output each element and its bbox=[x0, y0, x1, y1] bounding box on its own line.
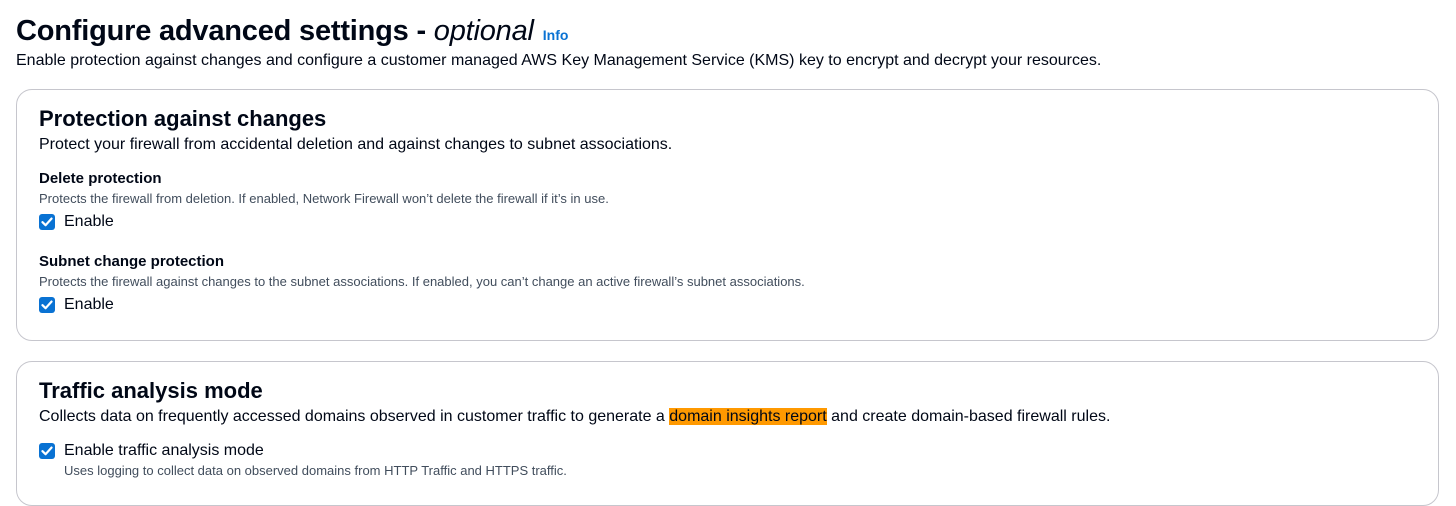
checkmark-icon[interactable] bbox=[39, 443, 55, 459]
subnet-change-protection-checkbox[interactable]: Enable bbox=[39, 294, 1416, 316]
delete-protection-checkbox-label: Enable bbox=[64, 213, 114, 230]
traffic-description-text: Collects data on frequently accessed dom… bbox=[39, 408, 670, 425]
page-header: Configure advanced settings - optional I… bbox=[16, 0, 1441, 72]
subnet-change-protection-checkbox-label: Enable bbox=[64, 296, 114, 313]
page-title-optional: optional bbox=[433, 15, 534, 47]
traffic-section-title: Traffic analysis mode bbox=[39, 378, 263, 403]
protection-section-description: Protect your firewall from accidental de… bbox=[39, 136, 673, 153]
protection-container: Protection against changes Protect your … bbox=[16, 89, 1439, 341]
subnet-change-protection-field: Subnet change protection Protects the fi… bbox=[39, 252, 1416, 316]
page-title-main: Configure advanced settings - bbox=[16, 15, 434, 47]
info-link[interactable]: Info bbox=[543, 27, 569, 43]
page-title: Configure advanced settings - optional bbox=[16, 12, 534, 50]
checkmark-icon[interactable] bbox=[39, 214, 55, 230]
delete-protection-checkbox[interactable]: Enable bbox=[39, 211, 1416, 233]
protection-section-title: Protection against changes bbox=[39, 106, 327, 131]
checkmark-icon[interactable] bbox=[39, 297, 55, 313]
delete-protection-description: Protects the firewall from deletion. If … bbox=[39, 191, 609, 206]
domain-insights-highlight: domain insights report bbox=[669, 408, 827, 425]
subnet-change-protection-label: Subnet change protection bbox=[39, 253, 225, 270]
traffic-analysis-container: Traffic analysis mode Collects data on f… bbox=[16, 361, 1439, 506]
traffic-section-description: Collects data on frequently accessed dom… bbox=[39, 406, 1416, 428]
title-row: Configure advanced settings - optional I… bbox=[16, 12, 1441, 50]
delete-protection-field: Delete protection Protects the firewall … bbox=[39, 169, 1416, 233]
page-description: Enable protection against changes and co… bbox=[16, 52, 1102, 69]
traffic-analysis-checkbox[interactable]: Enable traffic analysis mode bbox=[39, 440, 1416, 462]
page: Configure advanced settings - optional I… bbox=[16, 0, 1441, 506]
traffic-description-text-end: and create domain-based firewall rules. bbox=[826, 408, 1111, 425]
delete-protection-label: Delete protection bbox=[39, 170, 162, 187]
subnet-change-protection-description: Protects the firewall against changes to… bbox=[39, 274, 805, 289]
traffic-analysis-checkbox-description: Uses logging to collect data on observed… bbox=[64, 463, 567, 478]
traffic-analysis-checkbox-label: Enable traffic analysis mode bbox=[64, 442, 264, 459]
